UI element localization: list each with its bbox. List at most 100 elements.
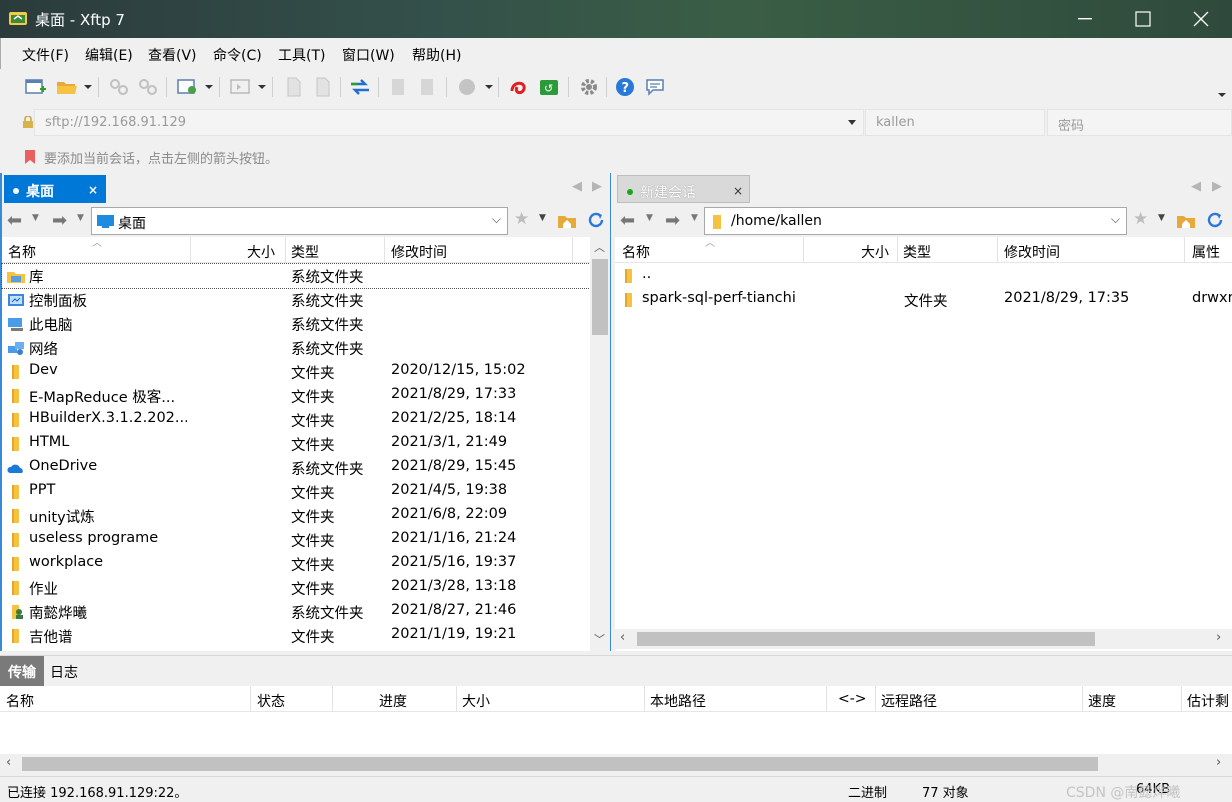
session-properties-icon[interactable]	[177, 77, 199, 97]
transfer-icon[interactable]	[349, 77, 371, 97]
col-progress[interactable]: 进度	[379, 691, 407, 711]
encoding-dropdown-icon[interactable]	[485, 85, 493, 89]
home-folder-icon[interactable]	[1176, 211, 1196, 229]
scrollbar-thumb[interactable]	[22, 757, 1098, 771]
forward-arrow-icon[interactable]: ➡	[52, 210, 67, 231]
bookmark-flag-icon[interactable]	[22, 149, 38, 165]
col-eta[interactable]: 估计剩	[1187, 691, 1232, 711]
table-row[interactable]: Dev 文件夹 2020/12/15, 15:02	[2, 360, 590, 384]
col-name[interactable]: 名称	[6, 691, 34, 711]
minimize-button[interactable]	[1056, 0, 1114, 38]
local-path-combobox[interactable]: 桌面 ⌵	[91, 207, 508, 235]
tab-remote-new-session[interactable]: 新建会话 ×	[617, 175, 750, 203]
scrollbar-thumb[interactable]	[637, 632, 1095, 646]
properties-dropdown-icon[interactable]	[205, 85, 213, 89]
forward-arrow-icon[interactable]: ➡	[665, 210, 680, 231]
disconnect-icon[interactable]	[137, 77, 159, 97]
table-row[interactable]: 网络 系统文件夹	[2, 336, 590, 360]
col-modified[interactable]: 修改时间	[391, 242, 447, 262]
table-row[interactable]: PPT 文件夹 2021/4/5, 19:38	[2, 480, 590, 504]
new-file-icon[interactable]	[283, 77, 305, 97]
back-arrow-icon[interactable]: ⬅	[7, 210, 22, 231]
close-tab-icon[interactable]: ×	[733, 184, 743, 198]
queue-icon[interactable]	[388, 77, 410, 97]
back-arrow-icon[interactable]: ⬅	[620, 210, 635, 231]
favorite-star-icon[interactable]: ★	[514, 209, 529, 229]
scrollbar-thumb[interactable]	[592, 259, 608, 335]
tab-log[interactable]: 日志	[42, 656, 86, 686]
col-direction[interactable]: <->	[838, 691, 867, 707]
xftp-icon[interactable]: ↺	[538, 77, 560, 97]
scroll-left-icon[interactable]: ‹	[6, 755, 11, 770]
col-modified[interactable]: 修改时间	[1004, 242, 1060, 262]
menu-command[interactable]: 命令(C)	[213, 45, 262, 65]
scroll-down-icon[interactable]: ﹀	[594, 631, 605, 647]
col-size[interactable]: 大小	[462, 691, 490, 711]
close-tab-icon[interactable]: ×	[88, 183, 98, 197]
forward-dropdown-icon[interactable]: ▼	[77, 213, 84, 223]
col-type[interactable]: 类型	[903, 242, 931, 262]
favorite-dropdown-icon[interactable]: ▼	[539, 213, 546, 223]
remote-path-combobox[interactable]: /home/kallen ⌵	[704, 207, 1127, 235]
new-session-icon[interactable]	[25, 77, 47, 97]
table-row[interactable]: 作业 文件夹 2021/3/28, 13:18	[2, 576, 590, 600]
col-speed[interactable]: 速度	[1088, 691, 1116, 711]
tab-scroll-right-icon[interactable]: ▶	[1212, 179, 1222, 194]
transfer-mode[interactable]: 二进制	[848, 782, 887, 801]
table-row[interactable]: 此电脑 系统文件夹	[2, 312, 590, 336]
menu-file[interactable]: 文件(F)	[22, 45, 69, 65]
table-row[interactable]: 南懿烨曦 系统文件夹 2021/8/27, 21:46	[2, 600, 590, 624]
col-size[interactable]: 大小	[247, 242, 275, 262]
col-local-path[interactable]: 本地路径	[650, 691, 706, 711]
local-vertical-scrollbar[interactable]: ︿ ﹀	[590, 237, 610, 651]
menu-view[interactable]: 查看(V)	[148, 45, 197, 65]
open-folder-icon[interactable]	[56, 77, 78, 97]
menu-window[interactable]: 窗口(W)	[342, 45, 395, 65]
help-icon[interactable]: ?	[615, 77, 637, 97]
scroll-up-icon[interactable]: ︿	[594, 239, 605, 255]
col-type[interactable]: 类型	[291, 242, 319, 262]
col-attributes[interactable]: 属性	[1192, 242, 1220, 262]
menu-edit[interactable]: 编辑(E)	[85, 45, 133, 65]
sync-icon[interactable]	[417, 77, 439, 97]
table-row[interactable]: HTML 文件夹 2021/3/1, 21:49	[2, 432, 590, 456]
favorite-star-icon[interactable]: ★	[1133, 209, 1148, 229]
password-input[interactable]: 密码	[1047, 109, 1232, 136]
col-size[interactable]: 大小	[861, 242, 889, 262]
tab-scroll-left-icon[interactable]: ◀	[572, 179, 582, 194]
table-row[interactable]: unity试炼 文件夹 2021/6/8, 22:09	[2, 504, 590, 528]
copy-file-icon[interactable]	[312, 77, 334, 97]
table-row[interactable]: 吉他谱 文件夹 2021/1/19, 19:21	[2, 624, 590, 648]
path-dropdown-icon[interactable]: ⌵	[492, 212, 501, 227]
toolbar-overflow-icon[interactable]	[1218, 93, 1226, 97]
tab-scroll-right-icon[interactable]: ▶	[592, 179, 602, 194]
table-row[interactable]: workplace 文件夹 2021/5/16, 19:37	[2, 552, 590, 576]
table-row[interactable]: spark-sql-perf-tianchi 文件夹 2021/8/29, 17:3…	[615, 288, 1232, 312]
chat-bubble-icon[interactable]	[645, 77, 667, 97]
forward-dropdown-icon[interactable]: ▼	[691, 213, 698, 223]
close-window-button[interactable]	[1172, 0, 1230, 38]
terminal-dropdown-icon[interactable]	[258, 85, 266, 89]
refresh-icon[interactable]	[586, 210, 606, 230]
scroll-right-icon[interactable]: ›	[1216, 755, 1221, 770]
favorite-dropdown-icon[interactable]: ▼	[1158, 213, 1165, 223]
connect-icon[interactable]	[108, 77, 130, 97]
xshell-icon[interactable]	[508, 77, 530, 97]
tab-transfer[interactable]: 传输	[0, 656, 44, 686]
back-dropdown-icon[interactable]: ▼	[32, 213, 39, 223]
table-row[interactable]: 控制面板 系统文件夹	[2, 288, 590, 312]
table-row[interactable]: OneDrive 系统文件夹 2021/8/29, 15:45	[2, 456, 590, 480]
terminal-icon[interactable]	[230, 77, 252, 97]
refresh-icon[interactable]	[1205, 210, 1225, 230]
table-row[interactable]: E-MapReduce 极客... 文件夹 2021/8/29, 17:33	[2, 384, 590, 408]
username-input[interactable]: kallen	[865, 109, 1045, 136]
open-dropdown-icon[interactable]	[84, 85, 92, 89]
col-status[interactable]: 状态	[257, 691, 285, 711]
tab-local-desktop[interactable]: 桌面 ×	[4, 175, 106, 203]
host-dropdown-icon[interactable]	[848, 120, 856, 125]
scroll-right-icon[interactable]: ›	[1216, 630, 1221, 645]
tab-scroll-left-icon[interactable]: ◀	[1191, 179, 1201, 194]
back-dropdown-icon[interactable]: ▼	[646, 213, 653, 223]
remote-horizontal-scrollbar[interactable]: ‹ ›	[615, 629, 1232, 649]
options-gear-icon[interactable]	[578, 77, 600, 97]
